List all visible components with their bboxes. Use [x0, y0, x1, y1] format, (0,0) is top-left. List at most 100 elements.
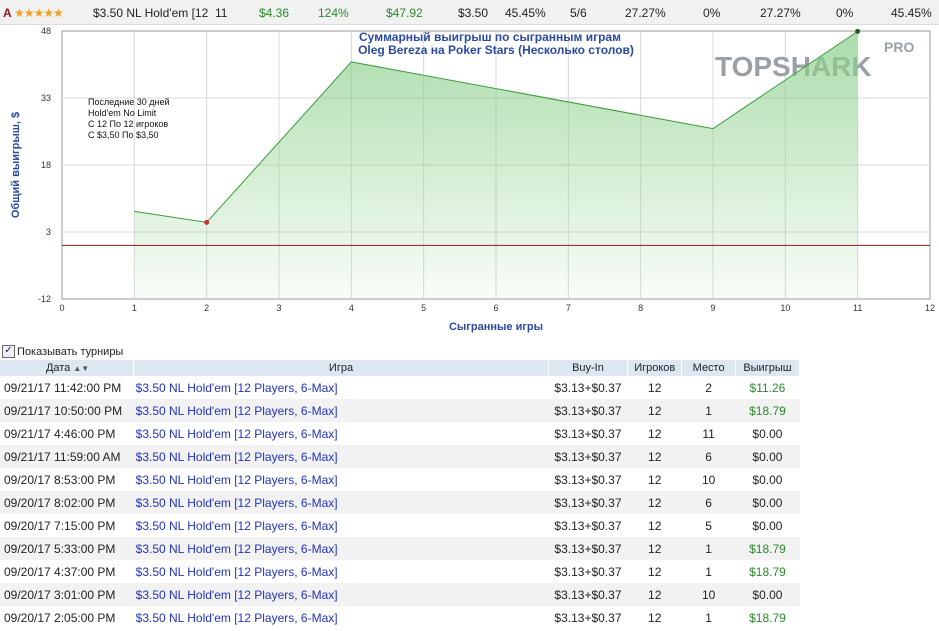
note-line: Последние 30 дней [88, 97, 170, 107]
note-line: Hold'em No Limit [88, 108, 157, 118]
cell-place: 1 [681, 399, 736, 422]
cell-game-link[interactable]: $3.50 NL Hold'em [12 Players, 6-Max] [133, 399, 549, 422]
sort-icon: ▲▼ [73, 364, 90, 373]
cell-buyin: $3.13+$0.37 [554, 518, 622, 533]
cell-players: 12 [648, 472, 662, 487]
cell-game-link[interactable]: $3.50 NL Hold'em [12 Players, 6-Max] [134, 468, 549, 491]
table-header: Дата ▲▼ Игра Buy-In Игроков Место Выигры… [0, 360, 801, 376]
summary-value: 124% [318, 6, 349, 20]
cell-buyin: $3.13+$0.37 [554, 610, 622, 625]
cell-players: 12 [648, 564, 662, 579]
y-ticks: -12 3 18 33 48 [38, 26, 51, 304]
cell-buyin: $3.13+$0.37 [548, 491, 628, 514]
cell-winnings: $0.00 [735, 583, 800, 606]
table-row[interactable]: 09/21/17 11:59:00 AM $3.50 NL Hold'em [12… [0, 445, 800, 468]
column-header-place[interactable]: Место [681, 360, 736, 376]
cell-place: 1 [705, 564, 712, 579]
table-row[interactable]: 09/21/17 11:42:00 PM $3.50 NL Hold'em [12… [0, 376, 800, 399]
cell-game-link[interactable]: $3.50 NL Hold'em [12 Players, 6-Max] [134, 422, 549, 445]
x-tick-label: 5 [421, 303, 426, 313]
cell-date: 09/20/17 5:33:00 PM [0, 537, 134, 560]
column-header-game[interactable]: Игра [133, 360, 549, 376]
cell-place: 2 [705, 380, 712, 395]
summary-value: $4.36 [259, 6, 290, 20]
y-tick-label: 48 [41, 26, 51, 36]
table-row[interactable]: 09/20/17 8:53:00 PM $3.50 NL Hold'em [12 … [0, 468, 800, 491]
cell-players: 12 [648, 518, 662, 533]
table-row[interactable]: 09/20/17 4:37:00 PM $3.50 NL Hold'em [12 … [0, 560, 800, 583]
cell-game-link[interactable]: $3.50 NL Hold'em [12 Players, 6-Max] [133, 491, 549, 514]
x-tick-label: 1 [132, 303, 137, 313]
table-row[interactable]: 09/21/17 10:50:00 PM $3.50 NL Hold'em [12… [0, 399, 800, 422]
cell-buyin: $3.13+$0.37 [554, 564, 622, 579]
x-tick-label: 6 [493, 303, 498, 313]
checkbox[interactable]: ✓ [2, 345, 15, 358]
summary-value: 5/6 [570, 6, 587, 20]
cell-date: 09/20/17 3:01:00 PM [0, 583, 134, 606]
cell-buyin: $3.13+$0.37 [548, 399, 628, 422]
cell-winnings: $18.79 [749, 564, 786, 579]
cell-winnings: $0.00 [752, 426, 783, 441]
column-header-date[interactable]: Дата ▲▼ [0, 360, 135, 376]
cell-game-link[interactable]: $3.50 NL Hold'em [12 Players, 6-Max] [134, 606, 549, 629]
cell-game-link[interactable]: $3.50 NL Hold'em [12 Players, 6-Max] [133, 445, 549, 468]
cell-place: 11 [702, 426, 715, 441]
cell-date: 09/21/17 11:59:00 AM [0, 445, 134, 468]
cell-place: 5 [705, 518, 712, 533]
cell-place: 1 [681, 537, 736, 560]
x-tick-label: 7 [566, 303, 571, 313]
rating-stars-icon: ★★★★★ [14, 6, 64, 20]
y-tick-label: 18 [41, 160, 51, 170]
table-row[interactable]: 09/20/17 7:15:00 PM $3.50 NL Hold'em [12 … [0, 514, 800, 537]
table-row[interactable]: 09/20/17 5:33:00 PM $3.50 NL Hold'em [12 … [0, 537, 800, 560]
cell-buyin: $3.13+$0.37 [548, 445, 628, 468]
summary-value: 0% [703, 6, 721, 20]
filter-notes: Последние 30 дней Hold'em No Limit С 12 … [88, 97, 170, 140]
cell-winnings: $18.79 [735, 399, 800, 422]
cell-winnings: $0.00 [752, 518, 783, 533]
cell-buyin: $3.13+$0.37 [554, 472, 622, 487]
cell-players: 12 [627, 583, 682, 606]
summary-value: 27.27% [625, 6, 666, 20]
x-tick-label: 10 [780, 303, 790, 313]
column-header-buyin[interactable]: Buy-In [548, 360, 629, 376]
grade-label: A [3, 6, 12, 20]
x-tick-label: 2 [204, 303, 209, 313]
table-row[interactable]: 09/21/17 4:46:00 PM $3.50 NL Hold'em [12 … [0, 422, 800, 445]
note-line: С $3,50 По $3,50 [88, 130, 159, 140]
cell-game-link[interactable]: $3.50 NL Hold'em [12 Players, 6-Max] [134, 514, 549, 537]
x-tick-label: 3 [276, 303, 281, 313]
table-row[interactable]: 09/20/17 8:02:00 PM $3.50 NL Hold'em [12 … [0, 491, 800, 514]
x-axis-label: Сыгранные игры [449, 321, 543, 333]
summary-value: 0% [836, 6, 854, 20]
column-header-players[interactable]: Игроков [627, 360, 683, 376]
cell-game-link[interactable]: $3.50 NL Hold'em [12 Players, 6-Max] [133, 537, 549, 560]
cell-players: 12 [627, 537, 682, 560]
y-tick-label: 33 [41, 93, 51, 103]
logo-pro-text: PRO [884, 39, 914, 55]
cell-buyin: $3.13+$0.37 [554, 380, 622, 395]
column-header-winnings[interactable]: Выигрыш [735, 360, 801, 376]
cell-place: 6 [681, 445, 736, 468]
cell-winnings: $11.26 [749, 380, 786, 395]
cell-game-link[interactable]: $3.50 NL Hold'em [12 Players, 6-Max] [134, 376, 549, 399]
cell-buyin: $3.13+$0.37 [554, 426, 622, 441]
summary-value: 45.45% [891, 6, 932, 20]
table-row[interactable]: 09/20/17 2:05:00 PM $3.50 NL Hold'em [12 … [0, 606, 800, 629]
winnings-chart: TOPSHARK PRO 0 1 2 3 4 5 6 7 8 9 10 11 12 -123183348… [10, 26, 935, 333]
summary-value: $47.92 [386, 6, 423, 20]
x-tick-label: 11 [853, 303, 862, 313]
cell-players: 12 [648, 610, 662, 625]
cell-date: 09/20/17 8:53:00 PM [4, 472, 116, 487]
summary-value: $3.50 [458, 6, 489, 20]
table-row[interactable]: 09/20/17 3:01:00 PM $3.50 NL Hold'em [12 … [0, 583, 800, 606]
cell-winnings: $0.00 [735, 491, 800, 514]
note-line: С 12 По 12 игроков [88, 119, 168, 129]
cell-game-link[interactable]: $3.50 NL Hold'em [12 Players, 6-Max] [133, 583, 549, 606]
summary-value: 11 [215, 6, 228, 20]
cell-buyin: $3.13+$0.37 [548, 583, 628, 606]
cell-players: 12 [648, 426, 662, 441]
cell-game-link[interactable]: $3.50 NL Hold'em [12 Players, 6-Max] [134, 560, 549, 583]
x-tick-label: 4 [349, 303, 354, 313]
show-tournaments-toggle[interactable]: ✓ Показывать турниры [2, 345, 123, 358]
